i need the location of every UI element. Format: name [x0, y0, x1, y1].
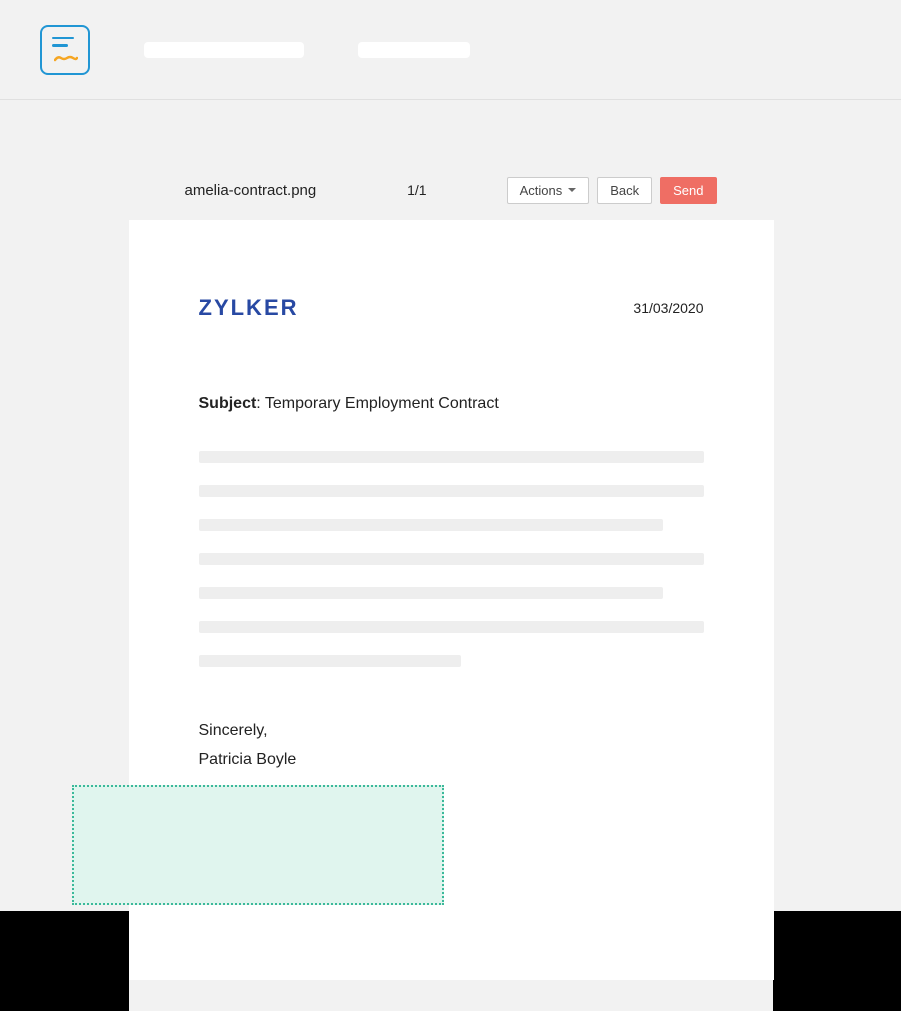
document-header: ZYLKER 31/03/2020 — [199, 295, 704, 321]
body-line — [199, 553, 704, 565]
toolbar-buttons: Actions Back Send — [507, 177, 717, 204]
body-line — [199, 587, 664, 599]
actions-dropdown-button[interactable]: Actions — [507, 177, 590, 204]
closing-block: Sincerely, Patricia Boyle — [199, 717, 704, 775]
subject-line: Subject: Temporary Employment Contract — [199, 395, 704, 413]
document-body-placeholder — [199, 451, 704, 667]
body-line — [199, 655, 462, 667]
header-placeholder — [358, 42, 470, 58]
body-line — [199, 519, 664, 531]
page-indicator: 1/1 — [407, 182, 426, 198]
send-button[interactable]: Send — [660, 177, 716, 204]
back-button[interactable]: Back — [597, 177, 652, 204]
subject-value: Temporary Employment Contract — [265, 395, 499, 412]
body-line — [199, 451, 704, 463]
chevron-down-icon — [568, 188, 576, 192]
header-bar — [0, 0, 901, 100]
document-date: 31/03/2020 — [633, 300, 703, 316]
subject-label: Subject — [199, 395, 257, 412]
document-toolbar: amelia-contract.png 1/1 Actions Back Sen… — [161, 160, 741, 220]
body-line — [199, 485, 704, 497]
app-logo-icon — [40, 25, 90, 75]
actions-label: Actions — [520, 183, 563, 198]
filename-label: amelia-contract.png — [185, 182, 317, 199]
company-logo: ZYLKER — [199, 295, 299, 321]
signature-field[interactable] — [72, 785, 444, 905]
closing-text: Sincerely, — [199, 717, 704, 746]
signer-name: Patricia Boyle — [199, 746, 704, 775]
header-placeholder — [144, 42, 304, 58]
body-line — [199, 621, 704, 633]
